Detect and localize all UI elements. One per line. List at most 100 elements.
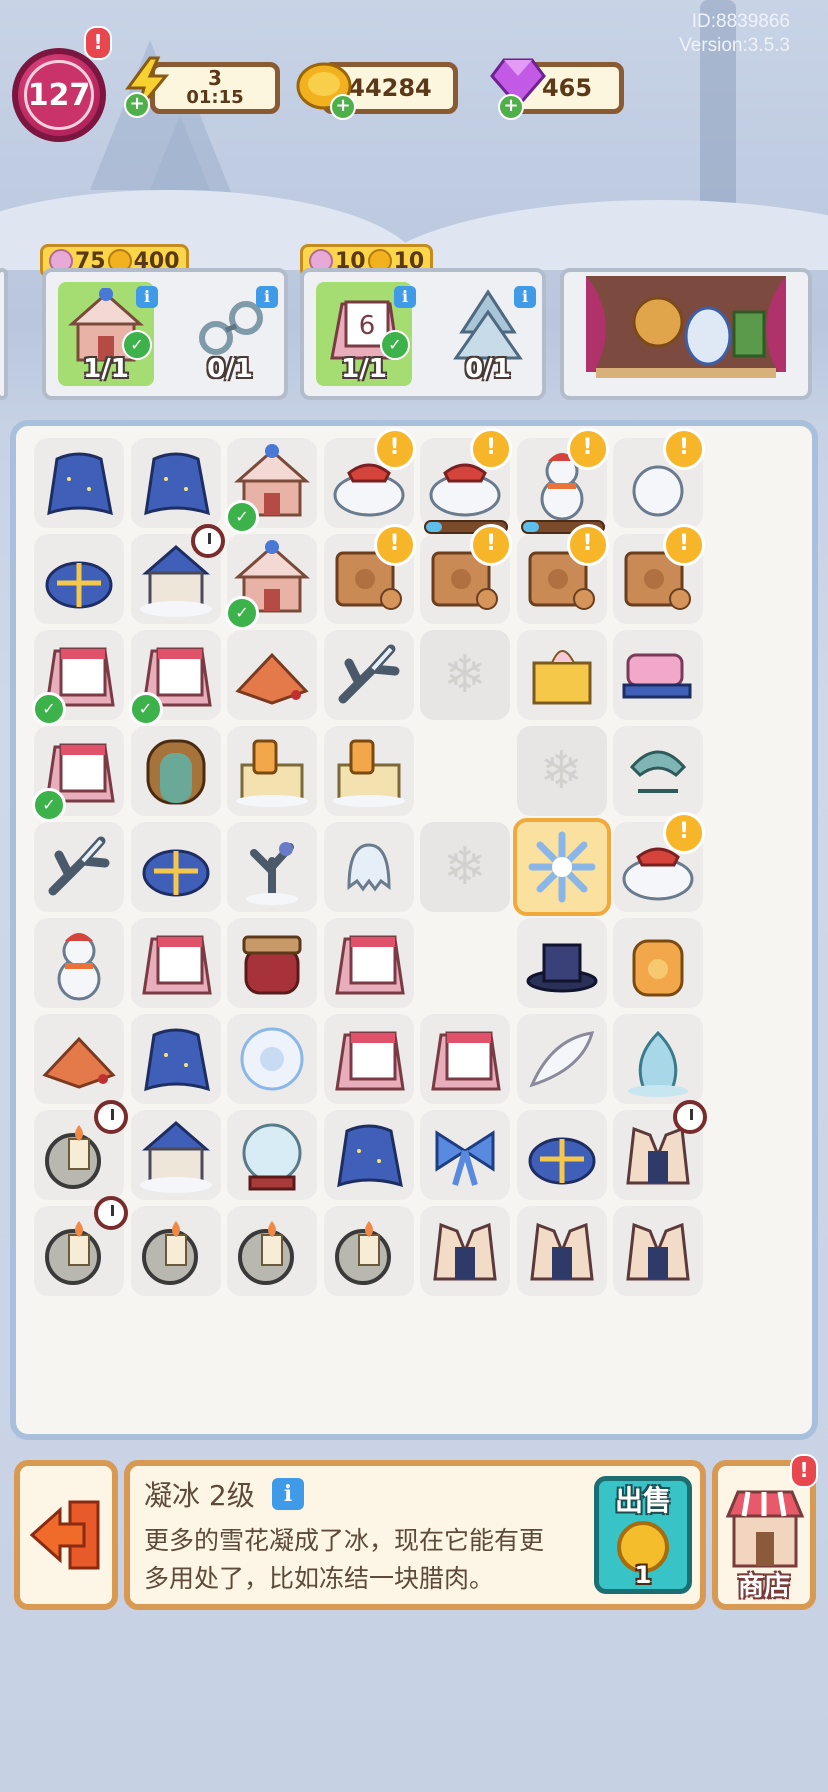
board-cell[interactable]: ! xyxy=(609,524,707,628)
board-cell[interactable] xyxy=(609,722,707,820)
orders-scroll-left[interactable] xyxy=(0,268,8,400)
board-cell[interactable]: ! xyxy=(416,428,514,534)
board-cell[interactable] xyxy=(127,1202,225,1300)
board-cell[interactable] xyxy=(30,1100,128,1204)
board-cell[interactable] xyxy=(127,722,225,820)
board-cell[interactable] xyxy=(30,1010,128,1108)
board-cell[interactable] xyxy=(30,818,128,916)
board-cell[interactable] xyxy=(223,1010,321,1108)
board-cell[interactable] xyxy=(512,818,611,916)
board-cell[interactable] xyxy=(223,818,321,916)
level-alert-icon: ! xyxy=(84,26,112,60)
item-info-button[interactable]: i xyxy=(272,1478,304,1510)
board-cell[interactable] xyxy=(320,1010,418,1108)
alert-bubble-icon: ! xyxy=(373,524,416,566)
board-cell[interactable] xyxy=(30,530,128,628)
board-cell[interactable] xyxy=(30,434,128,532)
energy-value: 3 xyxy=(208,66,222,90)
board-cell[interactable] xyxy=(513,1202,611,1300)
add-gems-button[interactable]: + xyxy=(498,94,524,120)
board-cell[interactable] xyxy=(320,1202,418,1300)
snowy-mansion-icon xyxy=(139,1121,212,1193)
order-card[interactable]: 6 1/1 ✓ i 0/1 i xyxy=(300,268,546,400)
exit-button[interactable] xyxy=(14,1460,118,1610)
board-cell[interactable] xyxy=(127,434,225,532)
board-cell[interactable] xyxy=(513,626,611,724)
board-cell[interactable]: ✓ xyxy=(223,434,321,534)
sell-button[interactable]: 出售 1 xyxy=(594,1476,692,1594)
board-cell[interactable] xyxy=(320,626,418,724)
board-cell-empty[interactable]: ❄ xyxy=(513,722,611,820)
board-cell[interactable] xyxy=(127,1010,225,1108)
add-energy-button[interactable]: + xyxy=(124,92,150,118)
theater-stage-icon xyxy=(586,276,786,378)
check-icon: ✓ xyxy=(380,330,410,360)
info-icon[interactable]: i xyxy=(514,286,536,308)
board-cell[interactable] xyxy=(223,914,321,1012)
info-icon[interactable]: i xyxy=(394,286,416,308)
board-cell[interactable] xyxy=(320,1106,418,1204)
board-cell[interactable]: ! xyxy=(513,524,611,628)
collection-display-card[interactable] xyxy=(560,268,812,400)
board-cell[interactable] xyxy=(223,1202,321,1300)
board-cell[interactable]: ✓ xyxy=(30,722,128,822)
candle-holder-icon xyxy=(334,1221,391,1285)
board-cell[interactable] xyxy=(223,722,321,820)
add-coins-button[interactable]: + xyxy=(330,94,356,120)
board-cell[interactable] xyxy=(416,1010,514,1108)
shop-alert-icon: ! xyxy=(790,1454,818,1488)
board-cell[interactable] xyxy=(320,818,418,916)
board-cell[interactable] xyxy=(127,818,225,916)
frosted-branch-icon xyxy=(338,644,399,704)
board-cell-empty[interactable] xyxy=(416,914,514,1012)
candle-holder-icon xyxy=(238,1221,294,1285)
svg-text:6: 6 xyxy=(359,311,376,341)
info-icon[interactable]: i xyxy=(256,286,278,308)
check-icon: ✓ xyxy=(32,692,66,726)
board-cell-empty[interactable]: ❄ xyxy=(416,626,514,724)
sell-price: 1 xyxy=(634,1561,652,1589)
board-cell[interactable]: ! xyxy=(609,812,707,916)
board-cell-empty[interactable] xyxy=(416,722,514,820)
clock-icon xyxy=(94,1100,128,1134)
board-cell[interactable]: ! xyxy=(320,428,418,532)
board-cell[interactable] xyxy=(513,1106,611,1204)
board-cell[interactable]: ✓ xyxy=(223,530,321,630)
fancy-vest-icon xyxy=(626,1222,690,1281)
board-cell[interactable] xyxy=(513,914,611,1012)
info-icon[interactable]: i xyxy=(136,286,158,308)
board-cell[interactable] xyxy=(609,1100,707,1204)
board-cell[interactable] xyxy=(416,1202,514,1300)
board-cell[interactable] xyxy=(127,914,225,1012)
board-cell[interactable]: ! xyxy=(416,524,514,628)
player-level-badge[interactable]: 127 xyxy=(12,48,106,142)
board-cell[interactable]: ! xyxy=(609,428,707,532)
honey-jar-icon xyxy=(632,939,684,997)
board-cell[interactable] xyxy=(30,914,128,1012)
board-cell[interactable] xyxy=(609,626,707,724)
board-cell[interactable]: ! xyxy=(320,524,418,628)
board-cell[interactable] xyxy=(320,722,418,820)
board-cell[interactable]: ! xyxy=(513,428,611,534)
board-cell[interactable] xyxy=(223,1106,321,1204)
board-cell-empty[interactable]: ❄ xyxy=(416,818,514,916)
snowflake-placeholder-icon: ❄ xyxy=(420,822,510,912)
candle-holder-icon xyxy=(141,1221,198,1285)
board-cell[interactable] xyxy=(609,914,707,1012)
snowflake-placeholder-icon: ❄ xyxy=(516,726,607,816)
board-cell[interactable] xyxy=(223,626,321,724)
board-cell[interactable] xyxy=(609,1202,707,1300)
board-cell[interactable] xyxy=(513,1010,611,1108)
board-cell[interactable]: ✓ xyxy=(30,626,128,726)
check-icon: ✓ xyxy=(122,330,152,360)
board-cell[interactable] xyxy=(416,1106,514,1204)
board-cell[interactable] xyxy=(320,914,418,1012)
board-cell[interactable] xyxy=(127,1106,225,1204)
board-cell[interactable]: ✓ xyxy=(127,626,225,726)
starry-cape-icon xyxy=(47,452,113,516)
order-card[interactable]: 1/1 ✓ i 0/1 i xyxy=(42,268,288,400)
board-cell[interactable] xyxy=(609,1010,707,1108)
board-cell[interactable] xyxy=(127,524,225,628)
board-cell[interactable] xyxy=(30,1196,128,1300)
ice-cobra-icon xyxy=(628,1030,688,1097)
